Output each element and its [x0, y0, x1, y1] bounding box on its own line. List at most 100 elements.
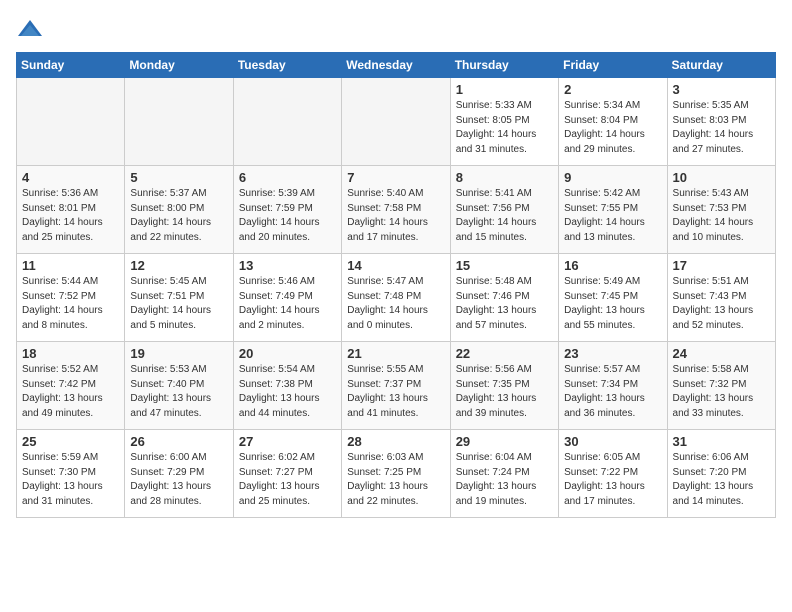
calendar-cell: 8 Sunrise: 5:41 AM Sunset: 7:56 PM Daylig…	[450, 166, 558, 254]
calendar-header-row: SundayMondayTuesdayWednesdayThursdayFrid…	[17, 53, 776, 78]
day-info: Sunrise: 6:02 AM Sunset: 7:27 PM Dayligh…	[239, 451, 336, 509]
day-header-saturday: Saturday	[667, 53, 775, 78]
day-number: 25	[22, 434, 119, 449]
calendar-cell: 23 Sunrise: 5:57 AM Sunset: 7:34 PM Dayli…	[559, 342, 667, 430]
calendar-cell	[233, 78, 341, 166]
day-header-friday: Friday	[559, 53, 667, 78]
logo	[16, 16, 48, 44]
calendar-cell: 28Sunrise: 6:03 AM Sunset: 7:25 PM Dayli…	[342, 430, 450, 518]
calendar-cell: 16 Sunrise: 5:49 AM Sunset: 7:45 PM Dayli…	[559, 254, 667, 342]
day-info: Sunrise: 5:52 AM Sunset: 7:42 PM Dayligh…	[22, 363, 119, 421]
day-info: Sunrise: 5:57 AM Sunset: 7:34 PM Dayligh…	[564, 363, 661, 421]
calendar-cell: 17 Sunrise: 5:51 AM Sunset: 7:43 PM Dayli…	[667, 254, 775, 342]
day-number: 28	[347, 434, 444, 449]
day-header-wednesday: Wednesday	[342, 53, 450, 78]
day-number: 20	[239, 346, 336, 361]
day-number: 15	[456, 258, 553, 273]
day-info: Sunrise: 5:34 AM Sunset: 8:04 PM Dayligh…	[564, 99, 661, 157]
day-number: 2	[564, 82, 661, 97]
day-info: Sunrise: 5:35 AM Sunset: 8:03 PM Dayligh…	[673, 99, 770, 157]
day-info: Sunrise: 6:04 AM Sunset: 7:24 PM Dayligh…	[456, 451, 553, 509]
day-number: 7	[347, 170, 444, 185]
day-header-thursday: Thursday	[450, 53, 558, 78]
day-number: 21	[347, 346, 444, 361]
calendar-cell: 14 Sunrise: 5:47 AM Sunset: 7:48 PM Dayli…	[342, 254, 450, 342]
logo-icon	[16, 16, 44, 44]
calendar-cell	[17, 78, 125, 166]
day-info: Sunrise: 5:41 AM Sunset: 7:56 PM Dayligh…	[456, 187, 553, 245]
calendar-cell: 31Sunrise: 6:06 AM Sunset: 7:20 PM Dayli…	[667, 430, 775, 518]
calendar-cell: 10 Sunrise: 5:43 AM Sunset: 7:53 PM Dayli…	[667, 166, 775, 254]
day-number: 17	[673, 258, 770, 273]
day-number: 16	[564, 258, 661, 273]
calendar-cell: 13 Sunrise: 5:46 AM Sunset: 7:49 PM Dayli…	[233, 254, 341, 342]
day-number: 30	[564, 434, 661, 449]
day-number: 6	[239, 170, 336, 185]
calendar-cell: 27 Sunrise: 6:02 AM Sunset: 7:27 PM Dayli…	[233, 430, 341, 518]
day-number: 26	[130, 434, 227, 449]
day-number: 5	[130, 170, 227, 185]
day-number: 19	[130, 346, 227, 361]
day-info: Sunrise: 5:54 AM Sunset: 7:38 PM Dayligh…	[239, 363, 336, 421]
calendar-cell: 2 Sunrise: 5:34 AM Sunset: 8:04 PM Daylig…	[559, 78, 667, 166]
day-info: Sunrise: 5:36 AM Sunset: 8:01 PM Dayligh…	[22, 187, 119, 245]
day-number: 23	[564, 346, 661, 361]
calendar-cell: 29 Sunrise: 6:04 AM Sunset: 7:24 PM Dayli…	[450, 430, 558, 518]
calendar-week-row: 4Sunrise: 5:36 AM Sunset: 8:01 PM Daylig…	[17, 166, 776, 254]
day-info: Sunrise: 6:06 AM Sunset: 7:20 PM Dayligh…	[673, 451, 770, 509]
calendar-cell: 11Sunrise: 5:44 AM Sunset: 7:52 PM Dayli…	[17, 254, 125, 342]
calendar-cell: 21 Sunrise: 5:55 AM Sunset: 7:37 PM Dayli…	[342, 342, 450, 430]
calendar-cell: 22 Sunrise: 5:56 AM Sunset: 7:35 PM Dayli…	[450, 342, 558, 430]
calendar-cell	[125, 78, 233, 166]
calendar-cell: 20 Sunrise: 5:54 AM Sunset: 7:38 PM Dayli…	[233, 342, 341, 430]
day-number: 14	[347, 258, 444, 273]
day-info: Sunrise: 5:46 AM Sunset: 7:49 PM Dayligh…	[239, 275, 336, 333]
calendar-cell: 9Sunrise: 5:42 AM Sunset: 7:55 PM Daylig…	[559, 166, 667, 254]
calendar-cell: 3Sunrise: 5:35 AM Sunset: 8:03 PM Daylig…	[667, 78, 775, 166]
calendar-cell: 15 Sunrise: 5:48 AM Sunset: 7:46 PM Dayli…	[450, 254, 558, 342]
day-info: Sunrise: 5:49 AM Sunset: 7:45 PM Dayligh…	[564, 275, 661, 333]
day-info: Sunrise: 6:00 AM Sunset: 7:29 PM Dayligh…	[130, 451, 227, 509]
day-number: 12	[130, 258, 227, 273]
calendar-cell: 4Sunrise: 5:36 AM Sunset: 8:01 PM Daylig…	[17, 166, 125, 254]
day-info: Sunrise: 5:42 AM Sunset: 7:55 PM Dayligh…	[564, 187, 661, 245]
day-number: 22	[456, 346, 553, 361]
calendar-cell: 12 Sunrise: 5:45 AM Sunset: 7:51 PM Dayli…	[125, 254, 233, 342]
day-info: Sunrise: 5:44 AM Sunset: 7:52 PM Dayligh…	[22, 275, 119, 333]
day-number: 8	[456, 170, 553, 185]
day-number: 13	[239, 258, 336, 273]
day-info: Sunrise: 5:45 AM Sunset: 7:51 PM Dayligh…	[130, 275, 227, 333]
calendar-cell: 25 Sunrise: 5:59 AM Sunset: 7:30 PM Dayli…	[17, 430, 125, 518]
day-number: 1	[456, 82, 553, 97]
day-info: Sunrise: 5:56 AM Sunset: 7:35 PM Dayligh…	[456, 363, 553, 421]
page-header	[16, 16, 776, 44]
calendar-cell: 5Sunrise: 5:37 AM Sunset: 8:00 PM Daylig…	[125, 166, 233, 254]
calendar-cell	[342, 78, 450, 166]
day-number: 18	[22, 346, 119, 361]
calendar-table: SundayMondayTuesdayWednesdayThursdayFrid…	[16, 52, 776, 518]
day-number: 10	[673, 170, 770, 185]
day-header-monday: Monday	[125, 53, 233, 78]
calendar-week-row: 25 Sunrise: 5:59 AM Sunset: 7:30 PM Dayli…	[17, 430, 776, 518]
calendar-cell: 30Sunrise: 6:05 AM Sunset: 7:22 PM Dayli…	[559, 430, 667, 518]
day-header-sunday: Sunday	[17, 53, 125, 78]
day-number: 27	[239, 434, 336, 449]
day-info: Sunrise: 5:47 AM Sunset: 7:48 PM Dayligh…	[347, 275, 444, 333]
day-info: Sunrise: 5:33 AM Sunset: 8:05 PM Dayligh…	[456, 99, 553, 157]
day-header-tuesday: Tuesday	[233, 53, 341, 78]
day-info: Sunrise: 5:40 AM Sunset: 7:58 PM Dayligh…	[347, 187, 444, 245]
day-info: Sunrise: 5:59 AM Sunset: 7:30 PM Dayligh…	[22, 451, 119, 509]
day-info: Sunrise: 5:51 AM Sunset: 7:43 PM Dayligh…	[673, 275, 770, 333]
calendar-cell: 6Sunrise: 5:39 AM Sunset: 7:59 PM Daylig…	[233, 166, 341, 254]
calendar-cell: 1 Sunrise: 5:33 AM Sunset: 8:05 PM Daylig…	[450, 78, 558, 166]
day-info: Sunrise: 5:55 AM Sunset: 7:37 PM Dayligh…	[347, 363, 444, 421]
day-info: Sunrise: 5:53 AM Sunset: 7:40 PM Dayligh…	[130, 363, 227, 421]
day-number: 24	[673, 346, 770, 361]
day-info: Sunrise: 5:43 AM Sunset: 7:53 PM Dayligh…	[673, 187, 770, 245]
day-info: Sunrise: 5:48 AM Sunset: 7:46 PM Dayligh…	[456, 275, 553, 333]
day-info: Sunrise: 5:58 AM Sunset: 7:32 PM Dayligh…	[673, 363, 770, 421]
calendar-cell: 18 Sunrise: 5:52 AM Sunset: 7:42 PM Dayli…	[17, 342, 125, 430]
calendar-cell: 26 Sunrise: 6:00 AM Sunset: 7:29 PM Dayli…	[125, 430, 233, 518]
calendar-cell: 19 Sunrise: 5:53 AM Sunset: 7:40 PM Dayli…	[125, 342, 233, 430]
day-number: 29	[456, 434, 553, 449]
